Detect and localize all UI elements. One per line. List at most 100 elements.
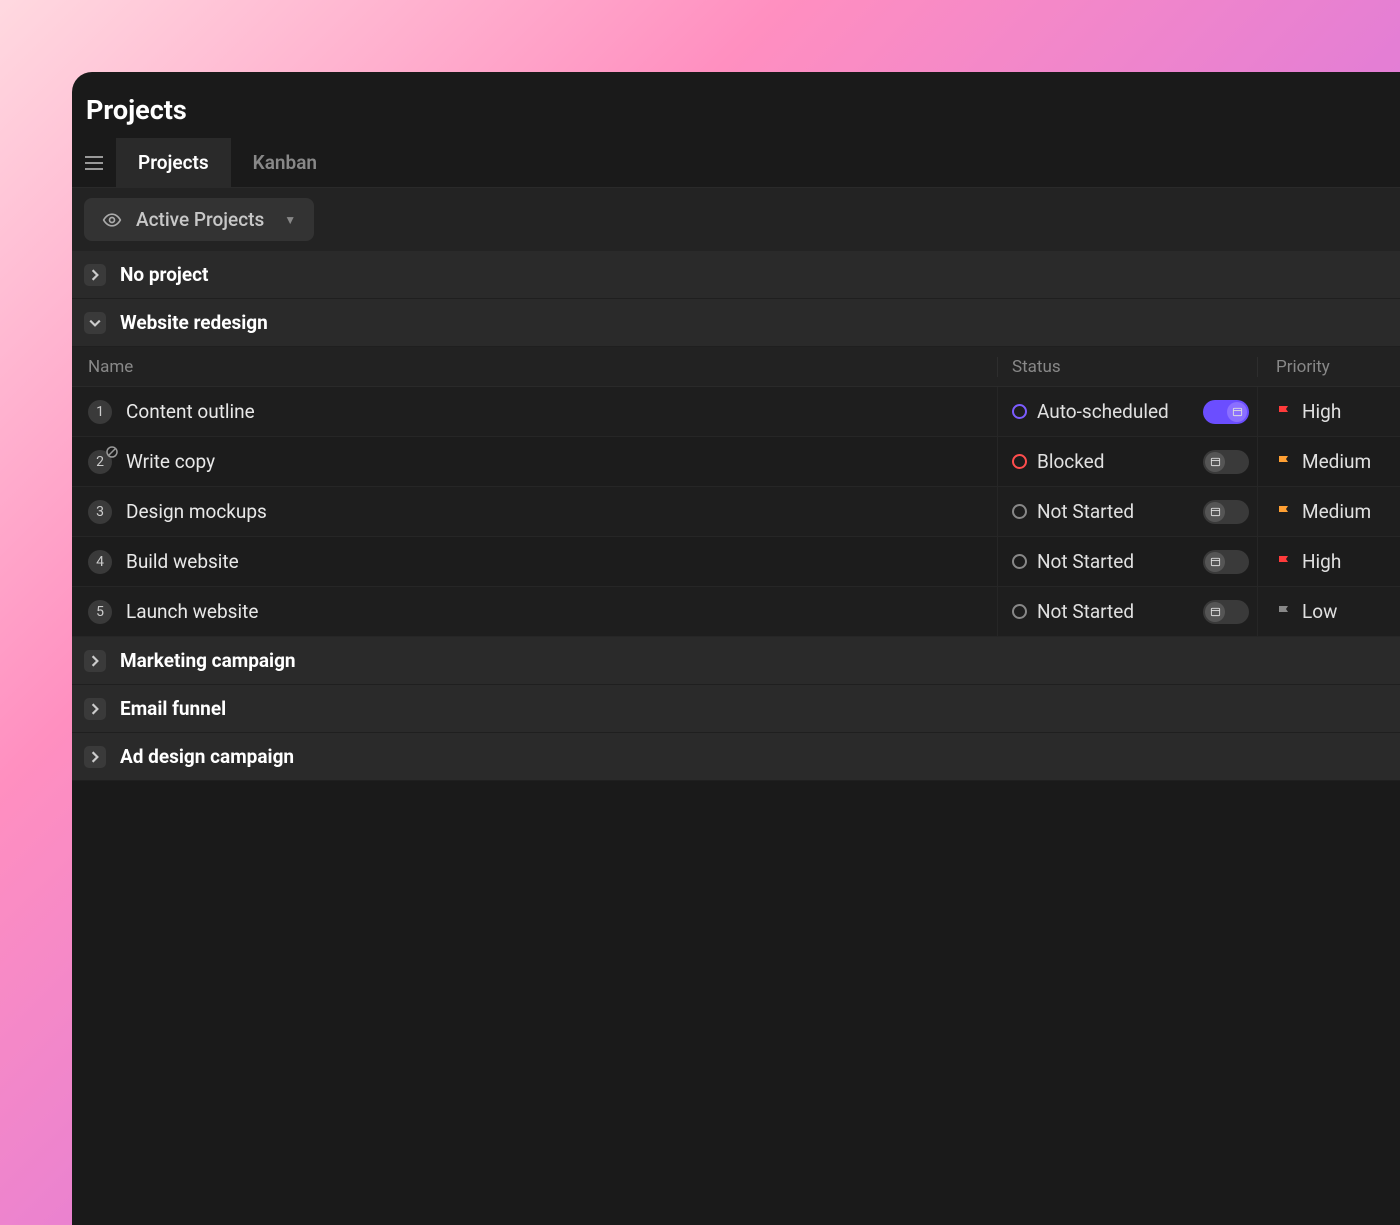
- flag-icon: [1276, 404, 1292, 420]
- app-window: Projects Projects Kanban Active Projects…: [72, 72, 1400, 1225]
- eye-icon: [102, 210, 122, 230]
- column-header-priority[interactable]: Priority: [1257, 357, 1400, 377]
- task-status-cell[interactable]: Not Started: [997, 587, 1257, 636]
- status-text: Not Started: [1037, 500, 1193, 523]
- priority-text: Medium: [1302, 500, 1371, 523]
- task-row[interactable]: 2 Write copy Blocked Medium: [72, 437, 1400, 487]
- calendar-icon: [1210, 506, 1221, 517]
- column-header-status[interactable]: Status: [997, 357, 1257, 377]
- page-title: Projects: [86, 94, 1386, 126]
- task-title: Design mockups: [126, 500, 267, 523]
- task-name-cell: 3 Design mockups: [72, 500, 997, 524]
- group-ad-design-campaign[interactable]: Ad design campaign: [72, 733, 1400, 781]
- task-number: 3: [88, 500, 112, 524]
- priority-text: High: [1302, 400, 1341, 423]
- toggle-knob: [1205, 602, 1225, 622]
- tab-kanban[interactable]: Kanban: [231, 138, 339, 187]
- filter-bar: Active Projects ▼: [72, 188, 1400, 251]
- flag-icon: [1276, 604, 1292, 620]
- priority-text: Medium: [1302, 450, 1371, 473]
- task-row[interactable]: 1 Content outline Auto-scheduled High: [72, 387, 1400, 437]
- group-website-redesign[interactable]: Website redesign: [72, 299, 1400, 347]
- task-priority-cell[interactable]: Medium: [1257, 487, 1400, 536]
- flag-icon: [1276, 504, 1292, 520]
- calendar-icon: [1210, 456, 1221, 467]
- group-no-project[interactable]: No project: [72, 251, 1400, 299]
- status-circle-icon: [1012, 454, 1027, 469]
- task-row[interactable]: 3 Design mockups Not Started Medium: [72, 487, 1400, 537]
- chevron-down-icon: ▼: [284, 213, 296, 227]
- task-number: 4: [88, 550, 112, 574]
- chevron-right-icon: [84, 698, 106, 720]
- auto-schedule-toggle[interactable]: [1203, 600, 1249, 624]
- task-priority-cell[interactable]: High: [1257, 387, 1400, 436]
- group-title: No project: [120, 263, 208, 286]
- task-name-cell: 5 Launch website: [72, 600, 997, 624]
- filter-label: Active Projects: [136, 208, 264, 231]
- group-marketing-campaign[interactable]: Marketing campaign: [72, 637, 1400, 685]
- columns-header: Name Status Priority: [72, 347, 1400, 387]
- priority-text: Low: [1302, 600, 1337, 623]
- chevron-right-icon: [84, 650, 106, 672]
- status-text: Not Started: [1037, 600, 1193, 623]
- calendar-icon: [1210, 556, 1221, 567]
- auto-schedule-toggle[interactable]: [1203, 450, 1249, 474]
- status-circle-icon: [1012, 604, 1027, 619]
- status-circle-icon: [1012, 504, 1027, 519]
- task-priority-cell[interactable]: Medium: [1257, 437, 1400, 486]
- hamburger-icon: [85, 156, 103, 170]
- tab-label: Projects: [138, 151, 209, 174]
- blocked-badge-icon: [106, 446, 118, 458]
- task-number: 5: [88, 600, 112, 624]
- task-number: 2: [88, 450, 112, 474]
- chevron-right-icon: [84, 264, 106, 286]
- group-title: Website redesign: [120, 311, 268, 334]
- group-email-funnel[interactable]: Email funnel: [72, 685, 1400, 733]
- task-status-cell[interactable]: Blocked: [997, 437, 1257, 486]
- group-title: Ad design campaign: [120, 745, 294, 768]
- tab-projects[interactable]: Projects: [116, 138, 231, 187]
- menu-button[interactable]: [72, 156, 116, 170]
- title-bar: Projects: [72, 72, 1400, 138]
- task-row[interactable]: 5 Launch website Not Started Low: [72, 587, 1400, 637]
- toggle-knob: [1205, 552, 1225, 572]
- group-title: Email funnel: [120, 697, 226, 720]
- task-status-cell[interactable]: Not Started: [997, 487, 1257, 536]
- status-text: Not Started: [1037, 550, 1193, 573]
- chevron-down-icon: [84, 312, 106, 334]
- calendar-icon: [1232, 406, 1243, 417]
- task-title: Launch website: [126, 600, 258, 623]
- group-title: Marketing campaign: [120, 649, 296, 672]
- flag-icon: [1276, 554, 1292, 570]
- task-row[interactable]: 4 Build website Not Started High: [72, 537, 1400, 587]
- toggle-knob: [1227, 402, 1247, 422]
- task-name-cell: 2 Write copy: [72, 450, 997, 474]
- task-title: Write copy: [126, 450, 215, 473]
- task-status-cell[interactable]: Auto-scheduled: [997, 387, 1257, 436]
- calendar-icon: [1210, 606, 1221, 617]
- task-name-cell: 1 Content outline: [72, 400, 997, 424]
- task-priority-cell[interactable]: High: [1257, 537, 1400, 586]
- auto-schedule-toggle[interactable]: [1203, 500, 1249, 524]
- auto-schedule-toggle[interactable]: [1203, 550, 1249, 574]
- flag-icon: [1276, 454, 1292, 470]
- toggle-knob: [1205, 502, 1225, 522]
- tab-label: Kanban: [253, 151, 317, 174]
- tabs-row: Projects Kanban: [72, 138, 1400, 188]
- task-priority-cell[interactable]: Low: [1257, 587, 1400, 636]
- auto-schedule-toggle[interactable]: [1203, 400, 1249, 424]
- status-circle-icon: [1012, 404, 1027, 419]
- status-text: Blocked: [1037, 450, 1193, 473]
- chevron-right-icon: [84, 746, 106, 768]
- column-header-name[interactable]: Name: [72, 357, 997, 377]
- filter-dropdown[interactable]: Active Projects ▼: [84, 198, 314, 241]
- status-text: Auto-scheduled: [1037, 400, 1193, 423]
- task-title: Content outline: [126, 400, 255, 423]
- toggle-knob: [1205, 452, 1225, 472]
- task-status-cell[interactable]: Not Started: [997, 537, 1257, 586]
- task-name-cell: 4 Build website: [72, 550, 997, 574]
- task-number: 1: [88, 400, 112, 424]
- task-title: Build website: [126, 550, 239, 573]
- priority-text: High: [1302, 550, 1341, 573]
- status-circle-icon: [1012, 554, 1027, 569]
